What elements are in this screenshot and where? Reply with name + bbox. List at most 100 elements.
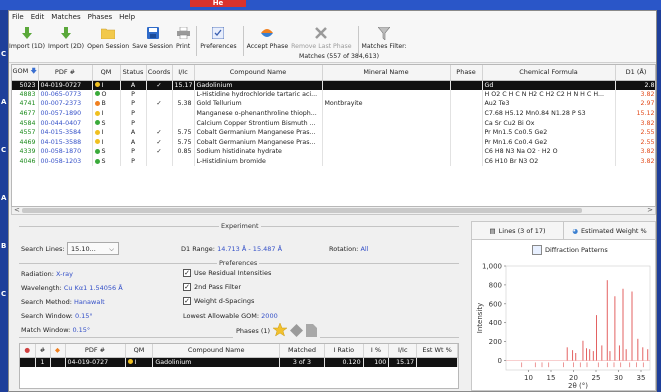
scrollbar-thumb[interactable]: [22, 208, 582, 213]
pdf-cell[interactable]: 00-058-1203: [38, 156, 93, 167]
col-gom[interactable]: GOM 🡇: [12, 65, 39, 81]
import-2d-label: Import (2D): [48, 43, 85, 50]
phase-ipct: 100: [363, 357, 390, 367]
print-label: Print: [175, 43, 191, 50]
phase-cell: [450, 127, 483, 138]
pdf-cell[interactable]: 04-015-3584: [38, 127, 93, 138]
x-tick-label: 35: [637, 374, 646, 382]
col-phase-color[interactable]: ●: [20, 344, 36, 358]
diffraction-patterns-button[interactable]: Diffraction Patterns: [532, 245, 608, 255]
mineral-cell: [322, 127, 451, 138]
pdf-cell[interactable]: 04-019-0727: [38, 80, 93, 90]
menu-help[interactable]: Help: [119, 13, 135, 21]
open-session-label: Open Session: [87, 43, 130, 50]
gom-cell: 4339: [12, 147, 39, 157]
phase-qm: I: [125, 357, 154, 367]
import-2d-button[interactable]: Import (2D): [48, 26, 84, 50]
pdf-cell[interactable]: 00-058-1870: [38, 147, 93, 157]
col-qm[interactable]: QM: [92, 65, 121, 81]
formula-cell: Pr Mn1.6 Co0.4 Ge2: [482, 137, 616, 148]
y-tick-label: 200: [489, 338, 502, 346]
tab-lines[interactable]: ▤ Lines (3 of 17): [472, 222, 564, 239]
document-icon[interactable]: [306, 323, 318, 339]
table-row[interactable]: 4046 00-058-1203 S P L-Histidinium bromide C6…: [12, 156, 655, 167]
open-session-button[interactable]: Open Session: [87, 26, 129, 50]
table-row[interactable]: 4339 00-058-1870 S P ✓ 0.85 Sodium histidinate…: [12, 147, 655, 157]
col-phase-pdf[interactable]: PDF #: [65, 344, 126, 358]
import-1d-button[interactable]: Import (1D): [9, 26, 45, 50]
matches-horizontal-scrollbar[interactable]: < >: [11, 206, 656, 215]
formula-cell: Gd: [482, 80, 616, 90]
search-method: Search Method: Hanawalt: [21, 298, 105, 306]
gom-cell: 4883: [12, 89, 39, 100]
print-button[interactable]: Print: [176, 26, 190, 50]
table-row[interactable]: 4677 00-057-1890 I P Manganese o-phenanthrol…: [12, 108, 655, 119]
col-phase-qm[interactable]: QM: [125, 344, 154, 358]
y-tick-label: 0: [498, 357, 502, 365]
col-phase-compound[interactable]: Compound Name: [152, 344, 280, 358]
gom-cell: 4557: [12, 127, 39, 138]
pdf-cell[interactable]: 00-044-0407: [38, 118, 93, 128]
compound-cell: Cobalt Germanium Manganese Pras...: [194, 127, 323, 138]
scroll-right-icon[interactable]: >: [647, 206, 653, 214]
col-coords[interactable]: Coords: [146, 65, 173, 81]
phase-row[interactable]: 1 04-019-0727 I Gadolinium 3 of 3 0.120 …: [20, 357, 458, 367]
col-phase-estwt[interactable]: Est Wt %: [416, 344, 458, 358]
y-axis-label: Intensity: [476, 303, 484, 333]
preferences-icon: [211, 26, 225, 40]
quality-dot-icon: [94, 158, 100, 164]
pdf-cell[interactable]: 04-015-3588: [38, 137, 93, 148]
accept-phase-icon: [260, 26, 274, 40]
col-chemical-formula[interactable]: Chemical Formula: [482, 65, 616, 81]
table-row[interactable]: 4741 00-007-2373 B P ✓ 5.38 Gold Tellurium Mont…: [12, 99, 655, 109]
star-icon[interactable]: [272, 322, 288, 339]
d1-cell: 15.12: [615, 108, 655, 119]
search-lines-select[interactable]: 15.10... ⌵: [67, 242, 119, 255]
col-phase-iic[interactable]: I/Ic: [388, 344, 418, 358]
col-iic[interactable]: I/Ic: [172, 65, 195, 81]
preferences-button[interactable]: Preferences: [200, 26, 237, 50]
col-phase-iratio[interactable]: I Ratio: [324, 344, 364, 358]
menu-phases[interactable]: Phases: [88, 13, 113, 21]
matches-filter-button[interactable]: Matches Filter:: [362, 26, 407, 50]
menu-edit[interactable]: Edit: [31, 13, 45, 21]
phase-pdf[interactable]: 04-019-0727: [65, 357, 126, 367]
col-mineral-name[interactable]: Mineral Name: [322, 65, 451, 81]
menu-file[interactable]: File: [12, 13, 24, 21]
d1-cell: 3.82: [615, 156, 655, 167]
pdf-cell[interactable]: 00-065-0773: [38, 89, 93, 100]
col-phase-ipct[interactable]: I %: [363, 344, 390, 358]
table-row[interactable]: 5023 04-019-0727 I A ✓ 15.17 Gadolinium Gd 2.8: [12, 80, 655, 90]
col-phase-matched[interactable]: Matched: [279, 344, 325, 358]
2nd-pass-filter-checkbox[interactable]: ✓ 2nd Pass Filter: [183, 283, 241, 291]
scroll-left-icon[interactable]: <: [14, 206, 20, 214]
weight-d-spacings-checkbox[interactable]: ✓ Weight d-Spacings: [183, 297, 254, 305]
col-d1[interactable]: D1 (Å): [615, 65, 655, 81]
col-phase-num[interactable]: #: [35, 344, 51, 358]
use-residual-intensities-checkbox[interactable]: ✓ Use Residual Intensities: [183, 269, 271, 277]
menu-matches[interactable]: Matches: [51, 13, 80, 21]
coords-cell: [146, 118, 173, 128]
formula-cell: Pr Mn1.5 Co0.5 Ge2: [482, 127, 616, 138]
accept-phase-button[interactable]: Accept Phase: [247, 26, 288, 50]
remove-last-phase-button[interactable]: Remove Last Phase: [291, 26, 352, 50]
diffraction-chart: 0 200 400 600 800 1,000 10 15 20 25 30 35 Intensity 2…: [476, 263, 651, 390]
col-phase[interactable]: Phase: [450, 65, 483, 81]
residual-icon[interactable]: [290, 323, 304, 339]
save-session-button[interactable]: Save Session: [132, 26, 173, 50]
tab-estimated-weight[interactable]: ◕ Estimated Weight %: [564, 222, 655, 239]
remove-last-phase-label: Remove Last Phase: [291, 43, 352, 50]
pdf-cell[interactable]: 00-007-2373: [38, 99, 93, 109]
table-row[interactable]: 4883 00-065-0773 O P L-Histidine hydrochlori…: [12, 89, 655, 100]
col-pdf[interactable]: PDF #: [38, 65, 93, 81]
col-phase-type[interactable]: ◆: [50, 344, 66, 358]
table-row[interactable]: 4469 04-015-3588 I A ✓ 5.75 Cobalt Germanium M…: [12, 137, 655, 148]
gom-cell: 4469: [12, 137, 39, 148]
rotation-value: All: [360, 245, 369, 253]
col-status[interactable]: Status: [120, 65, 147, 81]
col-compound-name[interactable]: Compound Name: [194, 65, 323, 81]
arrow-down-icon: [59, 26, 73, 40]
table-row[interactable]: 4557 04-015-3584 I A ✓ 5.75 Cobalt Germanium M…: [12, 127, 655, 138]
table-row[interactable]: 4584 00-044-0407 S P Calcium Copper Strontiu…: [12, 118, 655, 128]
pdf-cell[interactable]: 00-057-1890: [38, 108, 93, 119]
